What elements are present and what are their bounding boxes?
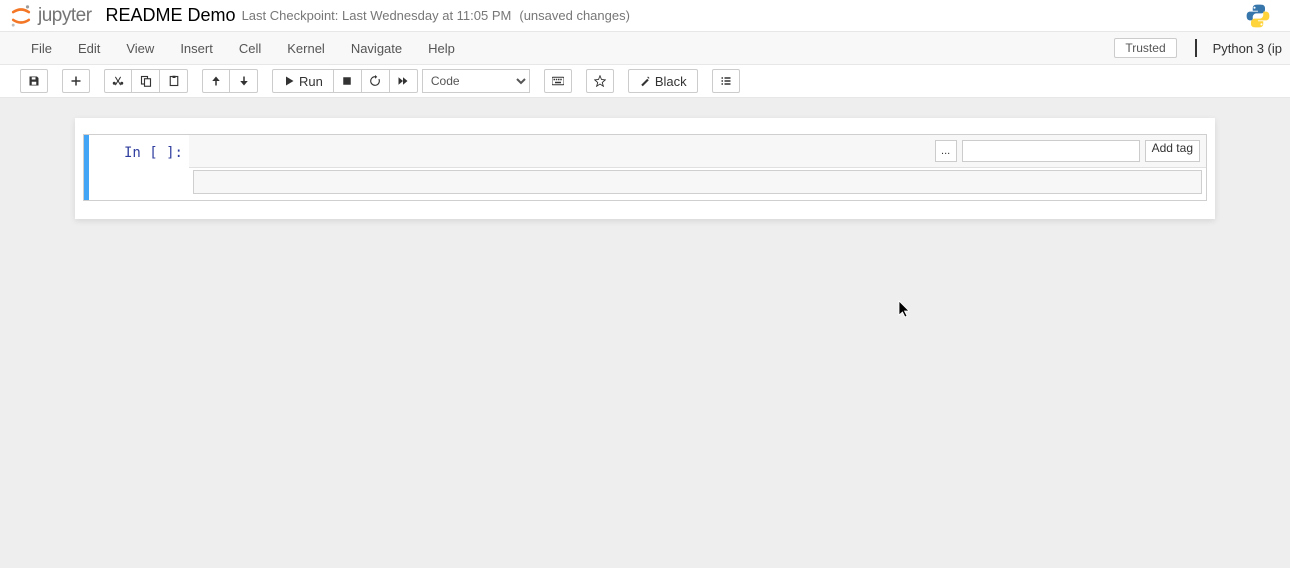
copy-icon	[140, 75, 152, 87]
unsaved-indicator: (unsaved changes)	[519, 8, 630, 23]
copy-button[interactable]	[132, 69, 160, 93]
toolbar: Run Code Black	[0, 65, 1290, 98]
menu-view[interactable]: View	[113, 35, 167, 62]
code-cell[interactable]: In [ ]: ... Add tag	[83, 134, 1207, 201]
python-icon	[1244, 2, 1272, 30]
restart-icon	[369, 75, 381, 87]
notebook-header: jupyter README Demo Last Checkpoint: Las…	[0, 0, 1290, 32]
keyboard-icon	[552, 75, 564, 87]
cell-type-select[interactable]: Code	[422, 69, 530, 93]
menu-edit[interactable]: Edit	[65, 35, 113, 62]
jupyter-logo[interactable]: jupyter	[8, 3, 92, 29]
toc-button[interactable]	[712, 69, 740, 93]
menu-navigate[interactable]: Navigate	[338, 35, 415, 62]
paste-icon	[168, 75, 180, 87]
notebook-panel: In [ ]: ... Add tag	[0, 98, 1290, 568]
logo-text: jupyter	[38, 5, 92, 27]
arrow-down-icon	[238, 75, 250, 87]
mouse-cursor	[898, 300, 914, 320]
notebook-name[interactable]: README Demo	[106, 5, 236, 26]
cell-tag-bar: ... Add tag	[189, 135, 1206, 168]
stop-icon	[341, 75, 353, 87]
run-label: Run	[299, 74, 323, 89]
black-label: Black	[655, 74, 687, 89]
fast-forward-icon	[397, 75, 409, 87]
cell-content: ... Add tag	[189, 135, 1206, 200]
stop-button[interactable]	[334, 69, 362, 93]
menubar: File Edit View Insert Cell Kernel Naviga…	[0, 32, 1290, 65]
black-format-button[interactable]: Black	[628, 69, 698, 93]
keyboard-button[interactable]	[544, 69, 572, 93]
run-button[interactable]: Run	[272, 69, 334, 93]
restart-button[interactable]	[362, 69, 390, 93]
jupyter-icon	[8, 3, 34, 29]
tag-input[interactable]	[962, 140, 1140, 162]
menu-kernel[interactable]: Kernel	[274, 35, 338, 62]
menu-cell[interactable]: Cell	[226, 35, 274, 62]
menu-help[interactable]: Help	[415, 35, 468, 62]
kernel-separator	[1195, 39, 1197, 57]
move-down-button[interactable]	[230, 69, 258, 93]
arrow-up-icon	[210, 75, 222, 87]
save-icon	[28, 75, 40, 87]
menu-insert[interactable]: Insert	[167, 35, 226, 62]
kernel-name[interactable]: Python 3 (ip	[1209, 41, 1282, 56]
command-palette-button[interactable]	[586, 69, 614, 93]
cell-input-area[interactable]	[193, 170, 1202, 194]
add-cell-button[interactable]	[62, 69, 90, 93]
move-up-button[interactable]	[202, 69, 230, 93]
restart-run-all-button[interactable]	[390, 69, 418, 93]
magic-icon	[639, 75, 651, 87]
notebook-container: In [ ]: ... Add tag	[75, 118, 1215, 219]
paste-button[interactable]	[160, 69, 188, 93]
play-icon	[283, 75, 295, 87]
plus-icon	[70, 75, 82, 87]
tag-ellipsis-button[interactable]: ...	[935, 140, 957, 162]
trusted-badge[interactable]: Trusted	[1114, 38, 1176, 58]
cut-button[interactable]	[104, 69, 132, 93]
command-palette-icon	[594, 75, 606, 87]
save-button[interactable]	[20, 69, 48, 93]
checkpoint-text: Last Checkpoint: Last Wednesday at 11:05…	[242, 8, 512, 23]
cell-prompt: In [ ]:	[89, 135, 189, 200]
list-icon	[720, 75, 732, 87]
menu-file[interactable]: File	[18, 35, 65, 62]
add-tag-button[interactable]: Add tag	[1145, 140, 1200, 162]
scissors-icon	[112, 75, 124, 87]
